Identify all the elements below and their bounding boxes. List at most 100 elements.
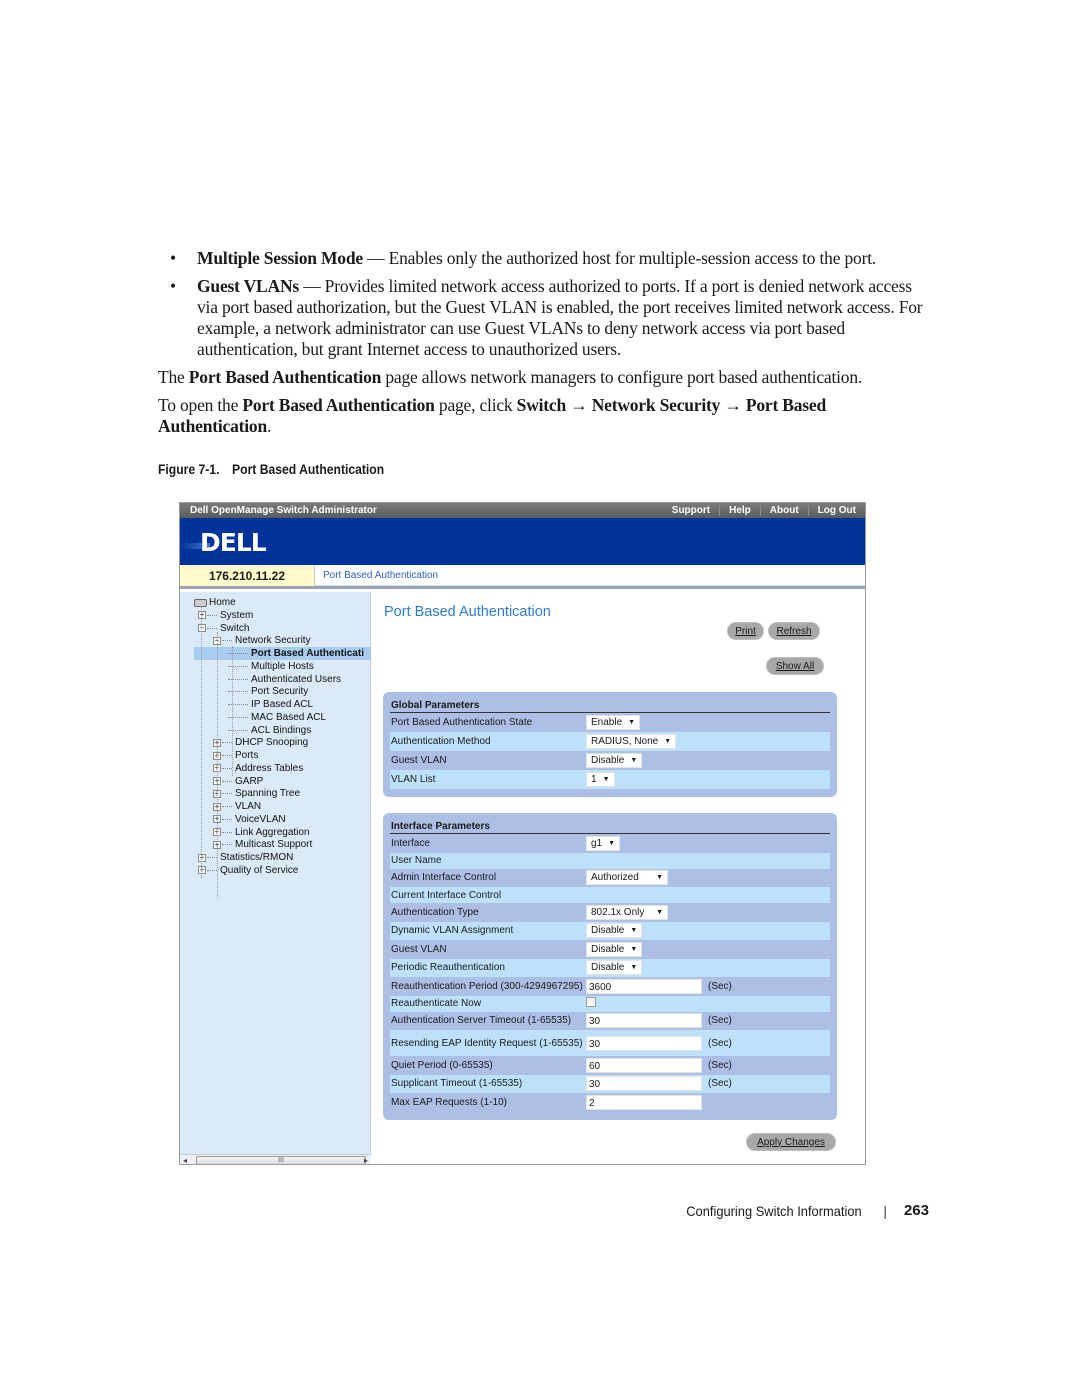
tree-connector bbox=[207, 857, 217, 858]
resending-eap-identity-request-input[interactable]: 30 bbox=[586, 1035, 702, 1051]
refresh-button[interactable]: Refresh bbox=[768, 622, 820, 640]
quiet-period-input[interactable]: 60 bbox=[586, 1057, 702, 1073]
apply-changes-button[interactable]: Apply Changes bbox=[746, 1133, 836, 1151]
tree-item-label: Port Security bbox=[251, 686, 309, 698]
tree-item-link-aggregation[interactable]: + Link Aggregation bbox=[213, 826, 310, 839]
param-value-cell: Disable ▼ bbox=[586, 941, 704, 957]
guest-vlan-select[interactable]: Disable ▼ bbox=[586, 753, 643, 768]
section-title: Configuring Switch Information bbox=[685, 1202, 862, 1219]
param-row-supplicant-timeout: Supplicant Timeout (1-65535) 30 (Sec) bbox=[390, 1074, 830, 1093]
dropdown-arrow-icon[interactable]: ▼ bbox=[630, 964, 637, 971]
horizontal-scrollbar[interactable]: ◂ III ▸ bbox=[180, 1154, 371, 1164]
logout-link[interactable]: Log Out bbox=[807, 505, 865, 516]
tree-item-multicast-support[interactable]: + Multicast Support bbox=[213, 838, 312, 851]
tree-item-label: System bbox=[220, 609, 254, 621]
scroll-left-icon[interactable]: ◂ bbox=[183, 1156, 187, 1164]
param-label: Authentication Method bbox=[391, 736, 491, 747]
param-value-cell: Disable ▼ bbox=[586, 753, 704, 768]
tree-connector-line bbox=[217, 632, 218, 898]
param-label: Admin Interface Control bbox=[391, 872, 497, 884]
tree-connector bbox=[222, 831, 232, 833]
port-based-authentication-state-select[interactable]: Enable ▼ bbox=[586, 715, 641, 730]
main-content: Port Based Authentication Print Refresh … bbox=[372, 592, 865, 1164]
dropdown-arrow-icon[interactable]: ▼ bbox=[664, 738, 671, 745]
dropdown-arrow-icon[interactable]: ▼ bbox=[608, 840, 615, 847]
param-label: Guest VLAN bbox=[391, 755, 447, 766]
tree-connector bbox=[228, 653, 248, 654]
vlan-list-select[interactable]: 1 ▼ bbox=[586, 772, 615, 787]
select-value: Disable bbox=[591, 962, 625, 974]
scroll-right-icon[interactable]: ▸ bbox=[364, 1156, 368, 1164]
param-value-cell: 60 bbox=[586, 1057, 704, 1073]
help-link[interactable]: Help bbox=[719, 505, 760, 516]
scroll-thumb[interactable]: III bbox=[196, 1156, 366, 1164]
tree-item-port-security[interactable]: Port Security bbox=[228, 685, 308, 698]
tree-item-system[interactable]: + System bbox=[198, 609, 253, 622]
authentication-method-select[interactable]: RADIUS, None ▼ bbox=[586, 734, 677, 749]
print-button[interactable]: Print bbox=[727, 622, 764, 640]
tree-item-label: Quality of Service bbox=[220, 864, 299, 876]
tree-item-ip-based-acl[interactable]: IP Based ACL bbox=[228, 698, 313, 711]
authentication-server-timeout-input[interactable]: 30 bbox=[586, 1013, 702, 1029]
tree-item-mac-based-acl[interactable]: MAC Based ACL bbox=[228, 711, 326, 724]
authentication-type-select[interactable]: 802.1x Only ▼ bbox=[586, 904, 668, 920]
dropdown-arrow-icon[interactable]: ▼ bbox=[630, 927, 637, 934]
tree-item-address-tables[interactable]: + Address Tables bbox=[213, 762, 303, 775]
periodic-reauthentication-select[interactable]: Disable ▼ bbox=[586, 960, 643, 976]
unit-label: (Sec) bbox=[708, 1037, 732, 1049]
page-number: 263 bbox=[903, 1202, 929, 1219]
param-label: Reauthentication Period (300-4294967295) bbox=[391, 980, 583, 992]
dynamic-vlan-assignment-select[interactable]: Disable ▼ bbox=[586, 923, 643, 939]
dropdown-arrow-icon[interactable]: ▼ bbox=[656, 909, 663, 916]
param-label: Reauthenticate Now bbox=[391, 998, 482, 1009]
tree-item-statistics-rmon[interactable]: + Statistics/RMON bbox=[198, 851, 293, 864]
param-label: Authentication Server Timeout (1-65535) bbox=[391, 1015, 572, 1027]
tree-item-label: VLAN bbox=[235, 801, 262, 812]
dropdown-arrow-icon[interactable]: ▼ bbox=[630, 946, 637, 953]
unit-label: (Sec) bbox=[708, 1059, 732, 1071]
dropdown-arrow-icon[interactable]: ▼ bbox=[656, 874, 663, 881]
tree-item-spanning-tree[interactable]: + Spanning Tree bbox=[213, 787, 300, 800]
max-eap-requests-input[interactable]: 2 bbox=[586, 1094, 702, 1110]
expand-icon[interactable]: + bbox=[198, 853, 206, 862]
support-link[interactable]: Support bbox=[663, 505, 719, 516]
tree-item-label: DHCP Snooping bbox=[235, 737, 309, 749]
reauthenticate-now-checkbox[interactable] bbox=[586, 997, 596, 1007]
nav-path-switch: Switch bbox=[516, 395, 567, 415]
show-all-button[interactable]: Show All bbox=[766, 657, 824, 675]
tree-item-quality-of-service[interactable]: + Quality of Service bbox=[198, 864, 298, 877]
param-label: Max EAP Requests (1-10) bbox=[391, 1096, 507, 1108]
about-link[interactable]: About bbox=[759, 505, 808, 516]
param-value-cell: 30 bbox=[586, 1013, 704, 1029]
dropdown-arrow-icon[interactable]: ▼ bbox=[603, 776, 610, 783]
unit-label: (Sec) bbox=[708, 980, 732, 992]
top-bar: Dell OpenManage Switch Administrator Sup… bbox=[180, 503, 865, 518]
tree-item-port-based-authenticati[interactable]: Port Based Authenticati bbox=[194, 647, 371, 660]
collapse-icon[interactable]: − bbox=[198, 624, 206, 632]
dropdown-arrow-icon[interactable]: ▼ bbox=[628, 719, 635, 726]
tree-item-vlan[interactable]: + VLAN bbox=[213, 800, 261, 813]
tree-connector bbox=[222, 640, 232, 642]
param-label: Resending EAP Identity Request (1-65535) bbox=[391, 1037, 583, 1049]
tree-item-ports[interactable]: + Ports bbox=[213, 749, 258, 762]
tree-item-switch[interactable]: − Switch bbox=[198, 622, 249, 635]
tree-item-acl-bindings[interactable]: ACL Bindings bbox=[228, 724, 311, 737]
reauthentication-period-input[interactable]: 3600 bbox=[586, 978, 702, 994]
param-row-periodic-reauthentication: Periodic Reauthentication Disable ▼ bbox=[390, 958, 830, 977]
tree-item-label: IP Based ACL bbox=[251, 699, 314, 710]
interface-select[interactable]: g1 ▼ bbox=[586, 835, 621, 851]
navigation-tree: Home + System − Switch − Network Security Port … bbox=[180, 592, 371, 1164]
tree-item-network-security[interactable]: − Network Security bbox=[213, 634, 311, 647]
tree-item-authenticated-users[interactable]: Authenticated Users bbox=[228, 673, 341, 686]
supplicant-timeout-input[interactable]: 30 bbox=[586, 1076, 702, 1092]
tree-item-multiple-hosts[interactable]: Multiple Hosts bbox=[228, 660, 314, 673]
dropdown-arrow-icon[interactable]: ▼ bbox=[630, 757, 637, 764]
guest-vlan-select[interactable]: Disable ▼ bbox=[586, 941, 643, 957]
expand-icon[interactable]: + bbox=[198, 866, 206, 875]
admin-interface-control-select[interactable]: Authorized ▼ bbox=[586, 870, 668, 886]
tree-item-dhcp-snooping[interactable]: + DHCP Snooping bbox=[213, 736, 308, 749]
expand-icon[interactable]: + bbox=[198, 611, 206, 620]
tree-item-garp[interactable]: + GARP bbox=[213, 775, 263, 788]
tree-item-voicevlan[interactable]: + VoiceVLAN bbox=[213, 813, 286, 826]
tree-item-label: Ports bbox=[235, 750, 259, 761]
